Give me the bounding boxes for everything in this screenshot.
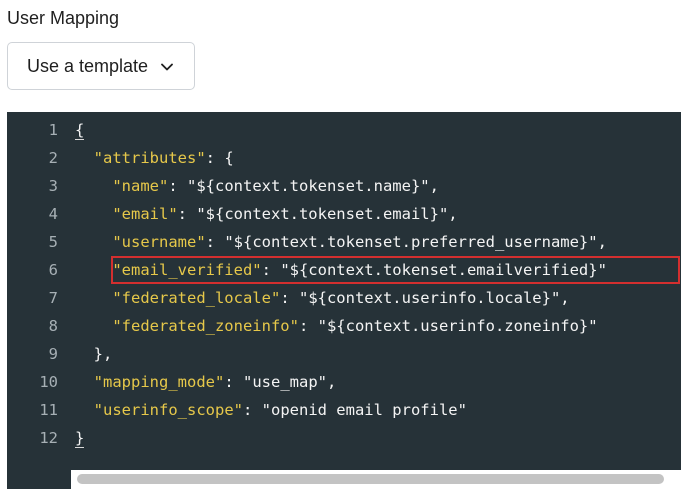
chevron-down-icon [161, 63, 173, 70]
json-key: "email" [112, 205, 178, 223]
user-mapping-label: User Mapping [7, 8, 120, 28]
json-punct: : [298, 317, 318, 335]
json-value: "${context.userinfo.zoneinfo}" [317, 317, 598, 335]
code-line-11: "userinfo_scope": "openid email profile" [75, 396, 467, 424]
code-line-5: "username": "${context.tokenset.preferre… [75, 228, 607, 256]
json-punct: , [429, 177, 439, 195]
line-number: 11 [39, 401, 58, 419]
line-number: 1 [48, 121, 58, 139]
code-line-2: "attributes": { [75, 144, 234, 172]
json-key: "attributes" [93, 149, 206, 167]
json-key: "name" [112, 177, 169, 195]
json-punct: : [280, 289, 299, 307]
json-punct: : [224, 373, 243, 391]
json-key: "federated_locale" [112, 289, 281, 307]
open-brace: { [75, 121, 85, 140]
line-number-gutter: 1 2 3 4 5 6 7 8 9 10 11 12 [7, 112, 71, 489]
line-number: 8 [48, 317, 58, 335]
json-punct: : [177, 205, 197, 223]
line-number: 2 [48, 149, 58, 167]
json-key: "username" [112, 233, 206, 251]
json-value: "use_map" [243, 373, 327, 391]
code-line-7: "federated_locale": "${context.userinfo.… [75, 284, 570, 312]
horizontal-scrollbar[interactable] [71, 470, 681, 489]
json-value: "${context.tokenset.email}" [196, 205, 449, 223]
json-value: "openid email profile" [261, 401, 467, 419]
line-number: 4 [48, 205, 58, 223]
line-number: 3 [48, 177, 58, 195]
json-punct: , [560, 289, 570, 307]
line-number: 6 [48, 261, 58, 279]
scrollbar-thumb[interactable] [77, 474, 664, 484]
line-number: 5 [48, 233, 58, 251]
code-line-9: }, [75, 340, 113, 368]
code-line-8: "federated_zoneinfo": "${context.userinf… [75, 312, 598, 340]
json-key: "mapping_mode" [93, 373, 225, 391]
code-content[interactable]: { "attributes": { "name": "${context.tok… [71, 112, 681, 489]
json-punct: : { [205, 149, 234, 167]
json-punct: , [327, 373, 337, 391]
code-line-3: "name": "${context.tokenset.name}", [75, 172, 439, 200]
template-dropdown-label: Use a template [27, 55, 149, 76]
json-punct: }, [93, 345, 113, 363]
json-value: "${context.tokenset.name}" [187, 177, 430, 195]
code-line-1: { [75, 116, 85, 144]
json-value: "${context.userinfo.locale}" [298, 289, 561, 307]
json-punct: : [168, 177, 187, 195]
line-number: 9 [48, 345, 58, 363]
json-value: "${context.tokenset.preferred_username}" [224, 233, 598, 251]
json-key: "userinfo_scope" [93, 401, 243, 419]
json-punct: , [597, 233, 607, 251]
json-key: "federated_zoneinfo" [112, 317, 299, 335]
line-number: 7 [48, 289, 58, 307]
code-line-10: "mapping_mode": "use_map", [75, 368, 337, 396]
line-number: 10 [39, 373, 58, 391]
highlighted-line-box [111, 256, 680, 284]
code-line-12: } [75, 424, 85, 452]
code-line-4: "email": "${context.tokenset.email}", [75, 200, 458, 228]
close-brace: } [75, 429, 85, 448]
code-editor[interactable]: 1 2 3 4 5 6 7 8 9 10 11 12 { "attributes… [7, 112, 681, 489]
json-punct: : [242, 401, 262, 419]
line-number: 12 [39, 429, 58, 447]
json-punct: : [205, 233, 225, 251]
use-template-dropdown[interactable]: Use a template [7, 42, 195, 90]
json-punct: , [448, 205, 458, 223]
